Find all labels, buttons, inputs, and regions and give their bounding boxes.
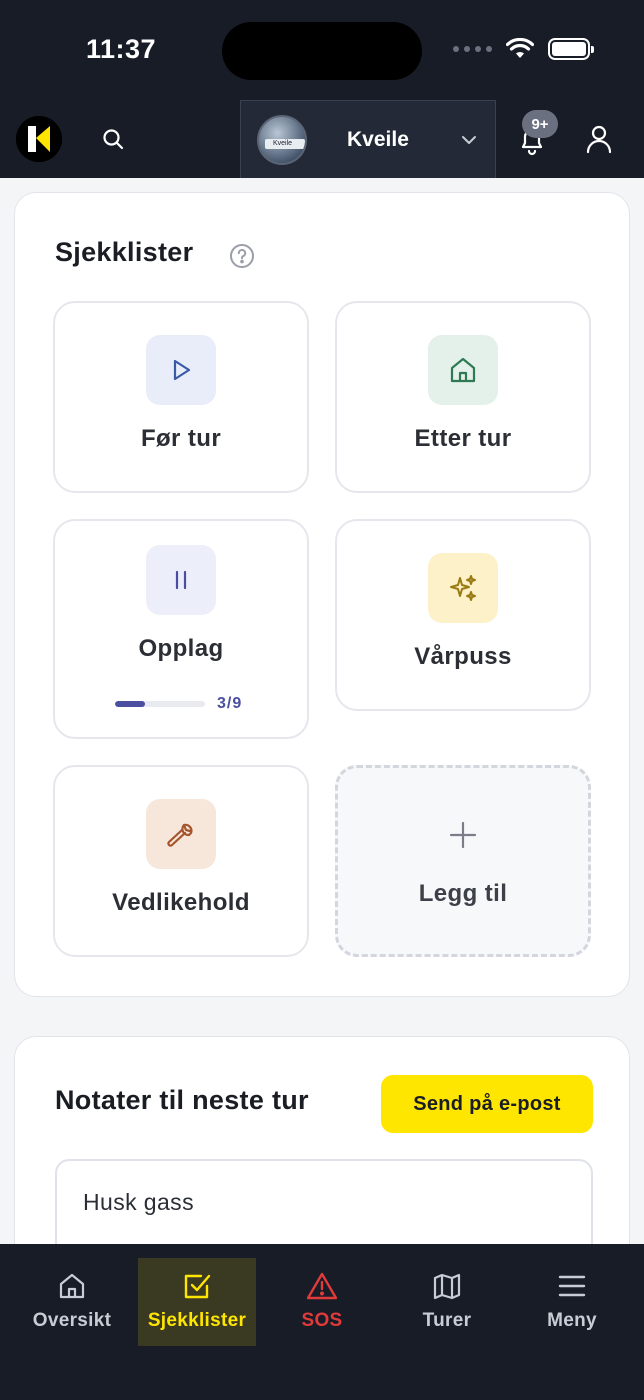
nav-label: Sjekklister bbox=[147, 1310, 247, 1331]
nav-label: Oversikt bbox=[32, 1310, 112, 1331]
boat-avatar: Kveile bbox=[257, 114, 307, 165]
checklist-tile-opplag[interactable]: Opplag 3/9 bbox=[53, 519, 309, 739]
notification-badge: 9+ bbox=[522, 110, 558, 138]
warning-icon bbox=[306, 1272, 338, 1300]
help-icon[interactable] bbox=[229, 243, 255, 269]
nav-label: SOS bbox=[301, 1310, 343, 1331]
map-icon bbox=[433, 1273, 461, 1300]
tile-label: Før tur bbox=[140, 425, 222, 452]
nav-item-meny[interactable]: Meny bbox=[513, 1258, 631, 1346]
tile-label: Vedlikehold bbox=[112, 889, 250, 916]
checklist-tile-for-tur[interactable]: Før tur bbox=[53, 301, 309, 493]
checklist-tile-varpuss[interactable]: Vårpuss bbox=[335, 519, 591, 711]
home-icon bbox=[428, 335, 498, 405]
tile-label: Vårpuss bbox=[414, 643, 512, 670]
play-icon bbox=[146, 335, 216, 405]
nav-item-sjekklister[interactable]: Sjekklister bbox=[138, 1258, 256, 1346]
progress-bar bbox=[115, 701, 205, 707]
sparkles-icon bbox=[428, 553, 498, 623]
nav-item-sos[interactable]: SOS bbox=[263, 1258, 381, 1346]
battery-icon bbox=[548, 38, 594, 60]
add-checklist-tile[interactable]: Legg til bbox=[335, 765, 591, 957]
bottom-nav: Oversikt Sjekklister SOS Turer Meny bbox=[0, 1244, 644, 1400]
checklists-title: Sjekklister bbox=[55, 237, 194, 267]
checkbox-icon bbox=[184, 1274, 211, 1299]
progress-indicator: 3/9 bbox=[115, 695, 242, 713]
checklist-tile-vedlikehold[interactable]: Vedlikehold bbox=[53, 765, 309, 957]
tile-label: Legg til bbox=[418, 880, 508, 907]
send-email-button[interactable]: Send på e-post bbox=[381, 1075, 593, 1133]
status-bar: 11:37 bbox=[0, 0, 644, 100]
tile-label: Opplag bbox=[138, 635, 224, 662]
nav-label: Meny bbox=[547, 1310, 597, 1331]
checklists-card: Sjekklister Før tur Etter tur Opplag 3/9… bbox=[14, 192, 630, 997]
notes-title: Notater til neste tur bbox=[55, 1085, 309, 1115]
progress-text: 3/9 bbox=[217, 695, 243, 712]
status-time: 11:37 bbox=[86, 34, 157, 64]
checklist-tile-etter-tur[interactable]: Etter tur bbox=[335, 301, 591, 493]
search-button[interactable] bbox=[96, 122, 130, 156]
profile-button[interactable] bbox=[582, 122, 616, 156]
home-icon bbox=[59, 1273, 85, 1299]
menu-icon bbox=[558, 1275, 586, 1297]
nav-item-oversikt[interactable]: Oversikt bbox=[13, 1258, 131, 1346]
notes-textarea[interactable]: Husk gass bbox=[55, 1159, 593, 1244]
wifi-icon bbox=[506, 38, 534, 58]
pause-icon bbox=[146, 545, 216, 615]
main-content: Sjekklister Før tur Etter tur Opplag 3/9… bbox=[0, 178, 644, 1244]
search-icon bbox=[103, 129, 124, 150]
app-logo[interactable] bbox=[16, 116, 62, 162]
progress-fill bbox=[115, 701, 145, 707]
plus-icon bbox=[428, 800, 498, 870]
boat-selector[interactable]: Kveile Kveile bbox=[240, 100, 496, 178]
nav-item-turer[interactable]: Turer bbox=[388, 1258, 506, 1346]
boat-name: Kveile bbox=[347, 127, 409, 151]
tile-label: Etter tur bbox=[414, 425, 512, 452]
logo-icon bbox=[16, 116, 62, 162]
notes-card: Notater til neste tur Send på e-post Hus… bbox=[14, 1036, 630, 1244]
status-icons bbox=[453, 38, 594, 60]
chevron-down-icon bbox=[459, 130, 479, 150]
wrench-icon bbox=[146, 799, 216, 869]
dynamic-island bbox=[222, 22, 422, 80]
nav-label: Turer bbox=[422, 1310, 472, 1331]
app-header: Kveile Kveile 9+ bbox=[0, 100, 644, 178]
user-icon bbox=[586, 125, 612, 154]
cellular-signal-icon bbox=[453, 46, 492, 52]
